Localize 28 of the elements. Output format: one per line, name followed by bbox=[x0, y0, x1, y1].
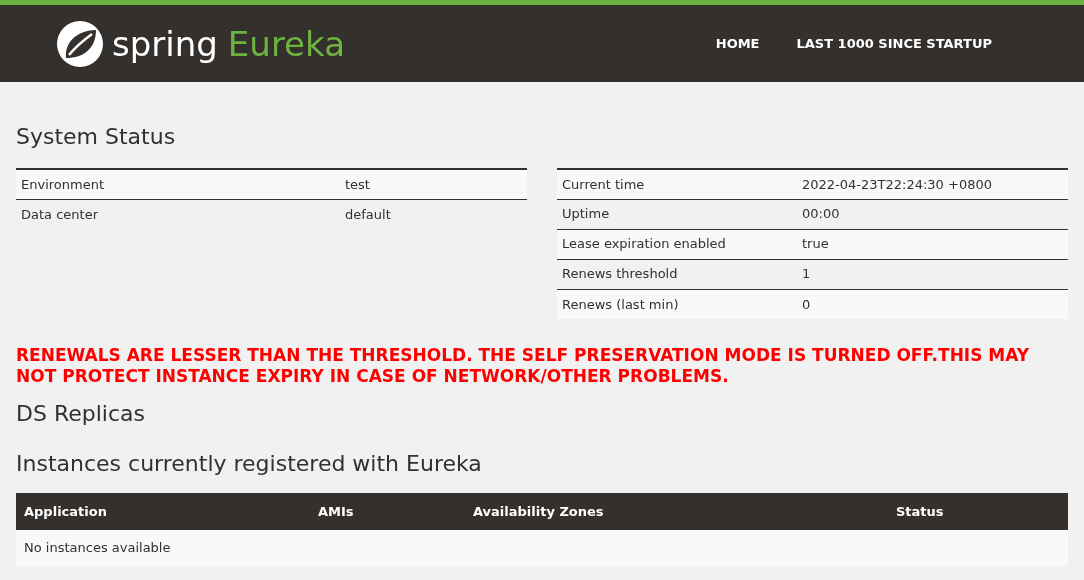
logo-text: spring bbox=[112, 26, 218, 61]
section-heading: System Status bbox=[16, 123, 177, 151]
column-header: Availability Zones bbox=[465, 493, 888, 530]
column-header: AMIs bbox=[310, 493, 465, 530]
table-cell: 0 bbox=[797, 289, 1068, 319]
table-cell: default bbox=[340, 199, 527, 229]
section-heading: DS Replicas bbox=[16, 400, 146, 428]
logo-text: Eureka bbox=[227, 26, 345, 61]
table-cell: test bbox=[340, 169, 527, 199]
table-cell: Uptime bbox=[557, 199, 797, 229]
empty-message: No instances available bbox=[16, 530, 1068, 566]
column-header: Status bbox=[888, 493, 1068, 530]
table-cell: Renews threshold bbox=[557, 259, 797, 289]
table-cell: 2022-04-23T22:24:30 +0800 bbox=[797, 169, 1068, 199]
column-header: Application bbox=[16, 493, 310, 530]
leaf-logo-icon bbox=[56, 19, 104, 68]
table-cell: 00:00 bbox=[797, 199, 1068, 229]
section-heading: Instances currently registered with Eureka bbox=[16, 450, 483, 478]
table-cell: Renews (last min) bbox=[557, 289, 797, 319]
nav-link[interactable]: HOME bbox=[715, 33, 760, 54]
warning-message: RENEWALS ARE LESSER THAN THE THRESHOLD. THE SELF PRESERVATION MODE IS TURNED OFF.THIS MAY NOT PROTECT INSTANCE EXPIRY IN CASE OF NETWORK/OTHER PROBLEMS. bbox=[16, 345, 1031, 387]
nav-link[interactable]: LAST 1000 SINCE STARTUP bbox=[796, 33, 992, 54]
table-cell: Current time bbox=[557, 169, 797, 199]
table-cell: 1 bbox=[797, 259, 1068, 289]
table-cell: true bbox=[797, 229, 1068, 259]
table-cell: Lease expiration enabled bbox=[557, 229, 797, 259]
table-cell: Environment bbox=[16, 169, 340, 199]
table-cell: Data center bbox=[16, 199, 340, 229]
